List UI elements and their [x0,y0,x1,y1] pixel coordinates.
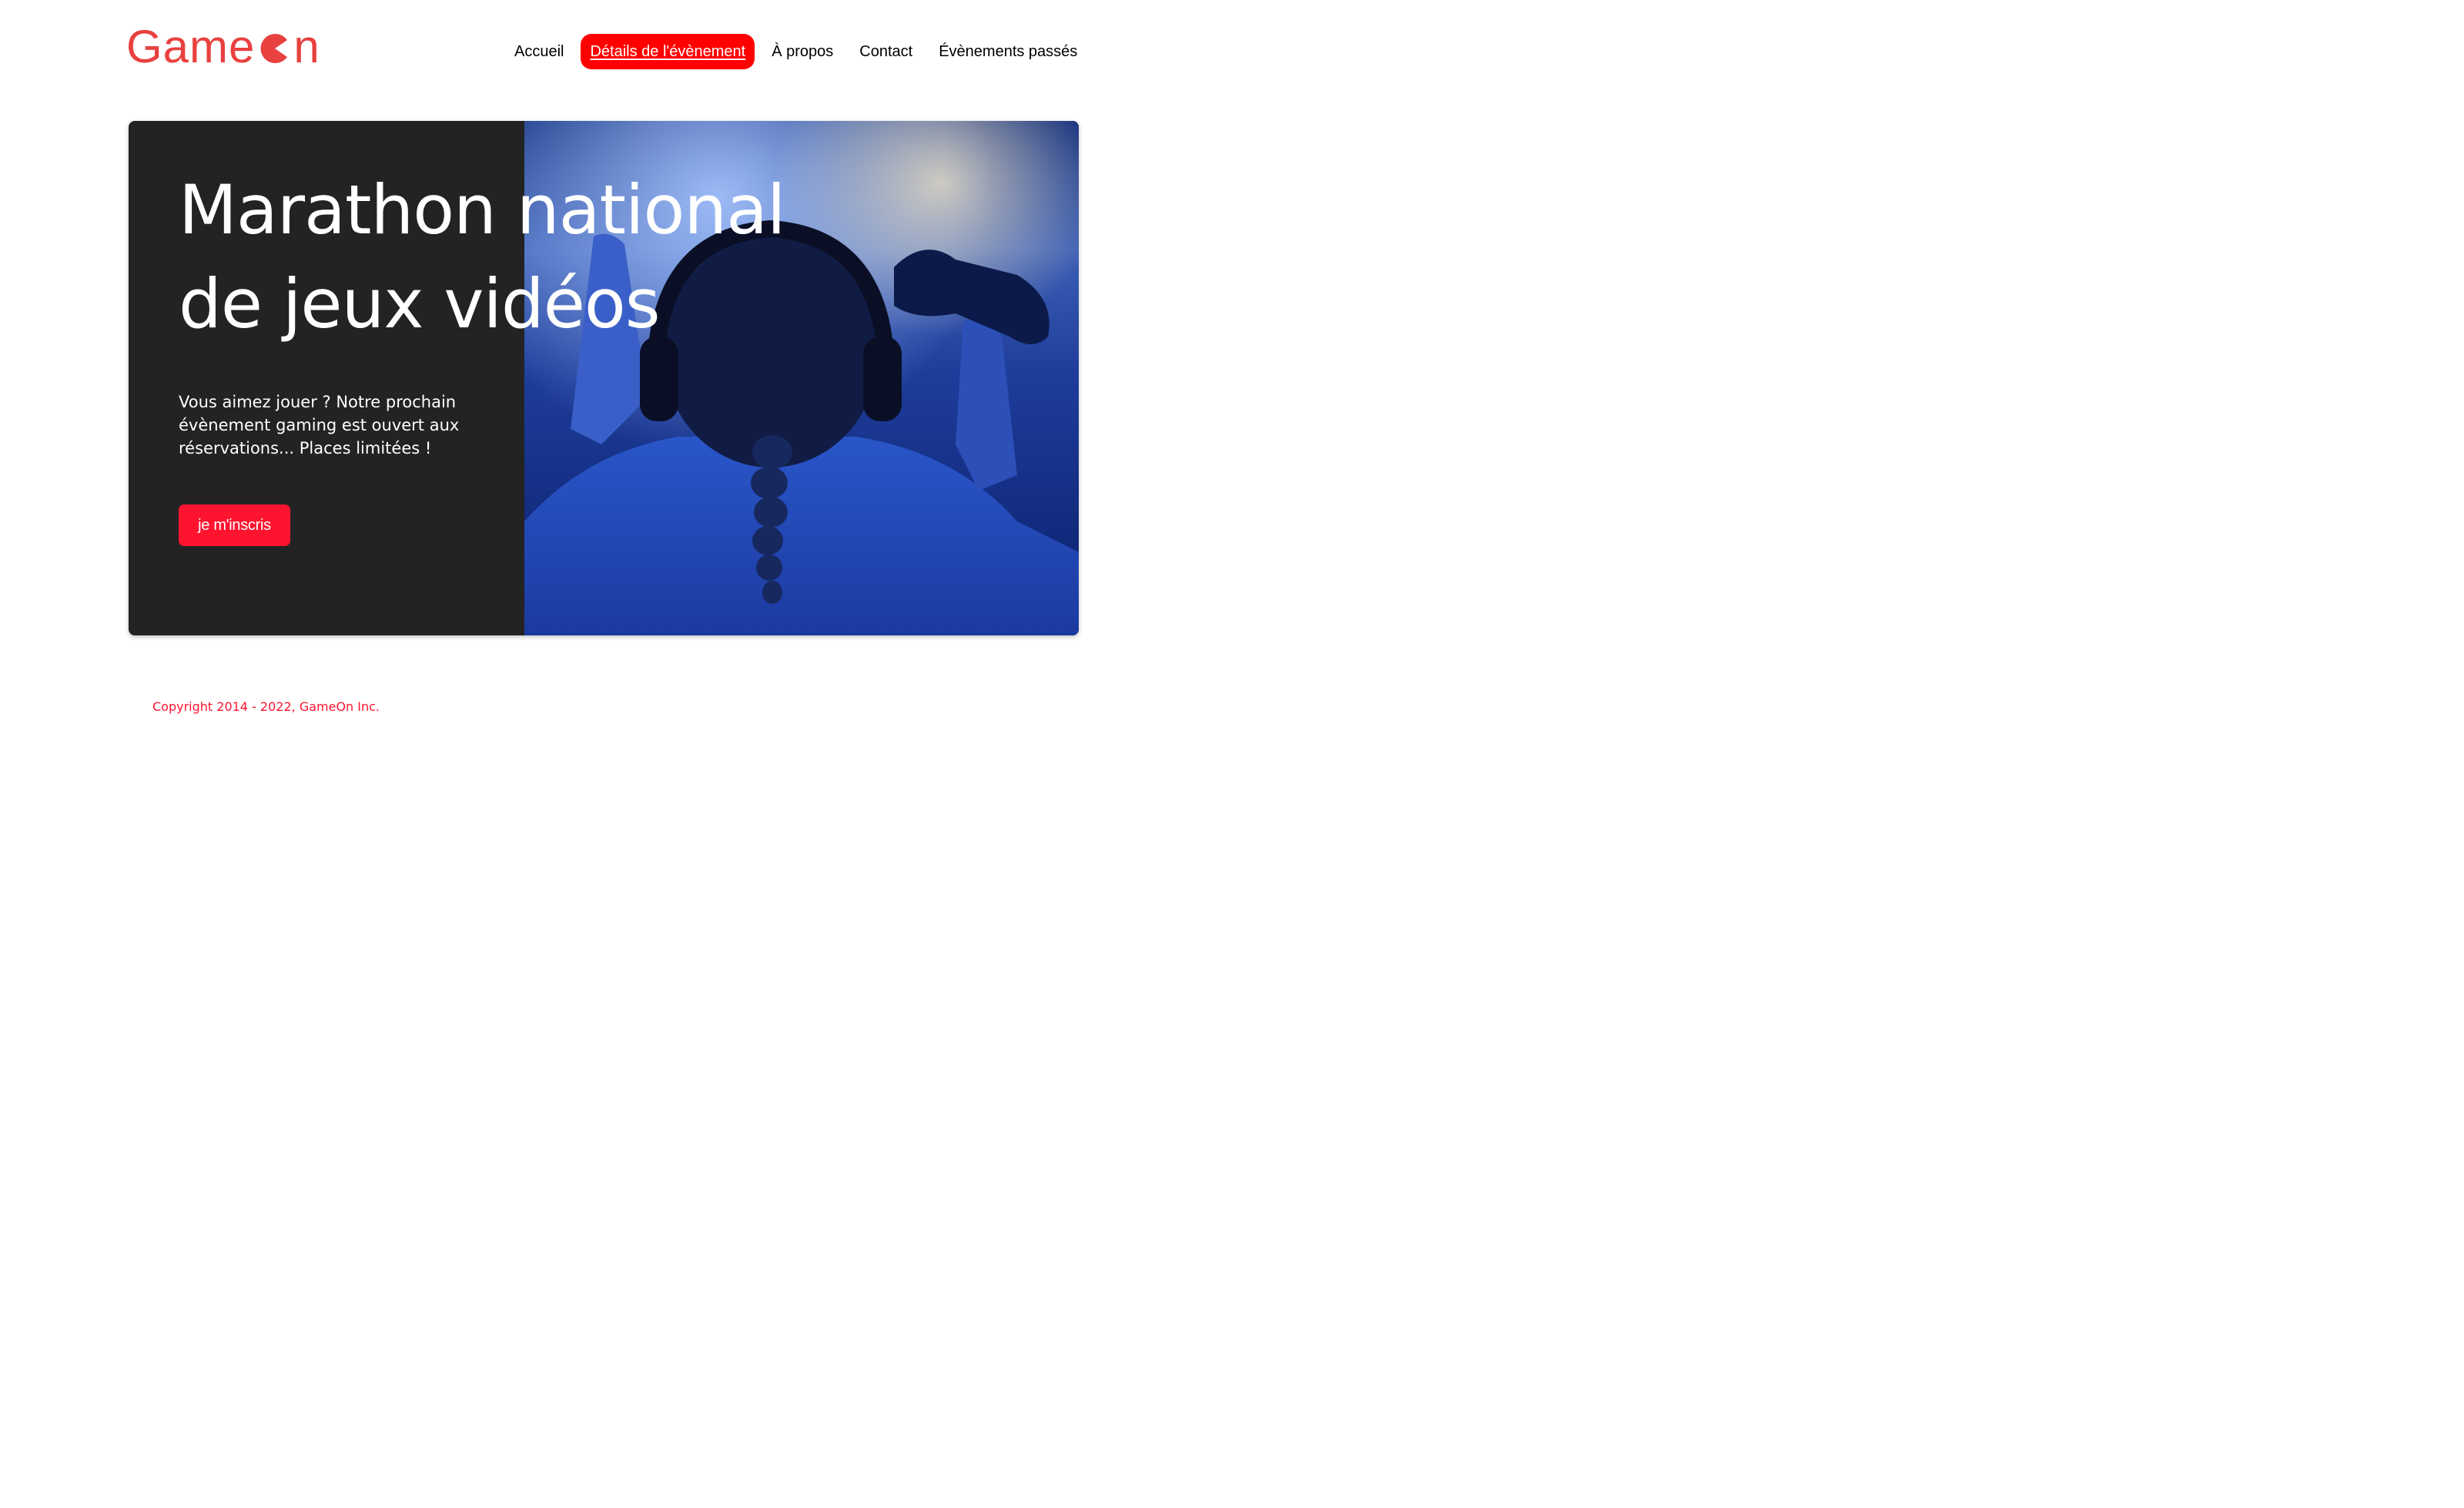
nav-item-contact[interactable]: Contact [850,34,922,69]
nav-item-past-events[interactable]: Évènements passés [929,34,1086,69]
hero-title-line-1: Marathon national [179,170,785,250]
hero-description: Vous aimez jouer ? Notre prochain évènem… [179,393,460,457]
hero-title: Marathon national de jeux vidéos [179,163,872,351]
footer-copyright: Copyright 2014 - 2022, GameOn Inc. [152,699,380,714]
gameon-logo[interactable]: Game n [126,23,320,71]
nav-item-accueil[interactable]: Accueil [505,34,573,69]
hero-banner: Marathon national de jeux vidéos Vous ai… [129,121,1079,635]
register-button[interactable]: je m'inscris [179,504,290,546]
main-nav: Accueil Détails de l'évènement À propos … [505,34,1094,69]
logo-text-prefix: Game [126,21,256,72]
pacman-o-icon [260,34,288,63]
hero-title-line-2: de jeux vidéos [179,264,661,343]
page: Game n Accueil Détails de l'évènement À … [0,0,1204,754]
nav-item-event-details[interactable]: Détails de l'évènement [581,34,755,69]
nav-item-a-propos[interactable]: À propos [762,34,842,69]
logo-text-suffix: n [293,21,320,72]
